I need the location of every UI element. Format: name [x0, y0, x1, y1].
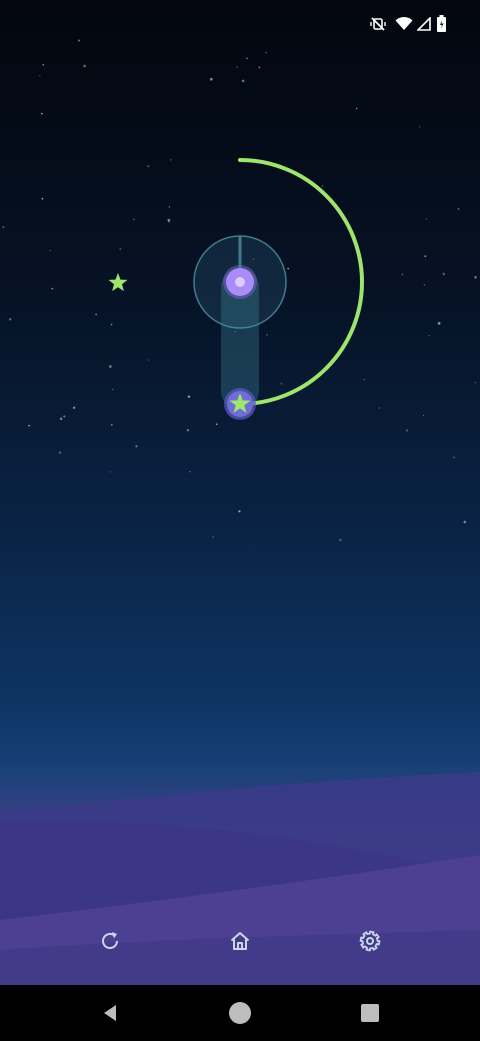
home-circle-icon: [229, 1002, 251, 1024]
bg-star: [95, 313, 97, 316]
bg-star: [419, 126, 421, 128]
bg-star: [169, 159, 172, 161]
bg-star: [147, 165, 150, 168]
game-scene[interactable]: [0, 0, 480, 985]
recents-icon: [361, 1004, 379, 1022]
bg-star: [401, 273, 404, 276]
bg-star: [148, 359, 150, 361]
bg-star: [40, 112, 43, 115]
bg-star: [28, 424, 31, 427]
bg-star: [339, 539, 342, 542]
bg-star: [321, 185, 324, 187]
bg-star: [110, 323, 113, 326]
bg-star: [72, 406, 76, 409]
collectible-star: [108, 273, 128, 292]
bg-star: [238, 510, 241, 513]
bg-star: [111, 424, 113, 426]
bg-star: [457, 208, 460, 210]
bg-star: [363, 378, 365, 381]
home-icon: [228, 929, 252, 956]
bg-star: [425, 218, 428, 220]
bg-star: [59, 417, 63, 421]
restart-button[interactable]: [92, 924, 128, 960]
bottom-controls: [0, 912, 480, 972]
bg-star: [209, 77, 213, 81]
bg-star: [63, 415, 66, 418]
home-nav-button[interactable]: [226, 999, 254, 1027]
bg-star: [135, 445, 138, 448]
bg-star: [77, 39, 81, 42]
back-icon: [104, 1005, 116, 1021]
bg-star: [428, 335, 430, 337]
navigation-bar: [0, 985, 480, 1041]
bg-star: [187, 395, 191, 398]
bg-star: [266, 334, 268, 336]
bg-star: [212, 536, 214, 538]
bg-star: [168, 206, 170, 208]
bg-star: [265, 51, 267, 54]
bg-star: [423, 284, 426, 286]
bg-star: [39, 74, 41, 77]
bg-star: [378, 407, 381, 409]
bg-star: [58, 451, 62, 454]
bg-star: [474, 276, 477, 279]
bg-star: [474, 381, 477, 384]
bg-star: [51, 287, 54, 290]
bg-star: [49, 249, 51, 252]
bg-star: [186, 429, 190, 432]
bg-star: [437, 322, 441, 325]
bg-star: [355, 107, 358, 110]
bg-star: [119, 248, 122, 251]
bg-star: [2, 226, 5, 229]
back-button[interactable]: [96, 999, 124, 1027]
home-button[interactable]: [222, 924, 258, 960]
settings-button[interactable]: [352, 924, 388, 960]
bg-star: [236, 66, 238, 68]
bg-star: [246, 57, 248, 60]
bg-star: [258, 66, 261, 69]
recents-button[interactable]: [356, 999, 384, 1027]
bg-star: [109, 365, 112, 368]
bg-star: [406, 429, 409, 432]
bg-star: [287, 267, 290, 270]
bg-star: [453, 456, 455, 459]
bg-star: [423, 414, 425, 416]
settings-icon: [358, 929, 382, 956]
bg-star: [189, 471, 191, 473]
bg-star: [241, 79, 245, 83]
bg-star: [41, 197, 44, 200]
restart-icon: [98, 929, 122, 956]
bg-star: [133, 218, 135, 221]
bg-star: [215, 423, 218, 426]
bg-star: [424, 255, 427, 258]
bg-star: [42, 63, 45, 66]
bg-star: [167, 218, 171, 222]
bg-star: [109, 471, 111, 473]
bg-star: [463, 520, 467, 524]
bg-star: [83, 64, 86, 68]
bg-star: [8, 318, 12, 321]
purple-orb[interactable]: [223, 265, 257, 299]
player-star-orb[interactable]: [224, 388, 256, 420]
bg-star: [112, 388, 114, 391]
bg-star: [442, 272, 446, 276]
bg-star: [280, 382, 283, 385]
